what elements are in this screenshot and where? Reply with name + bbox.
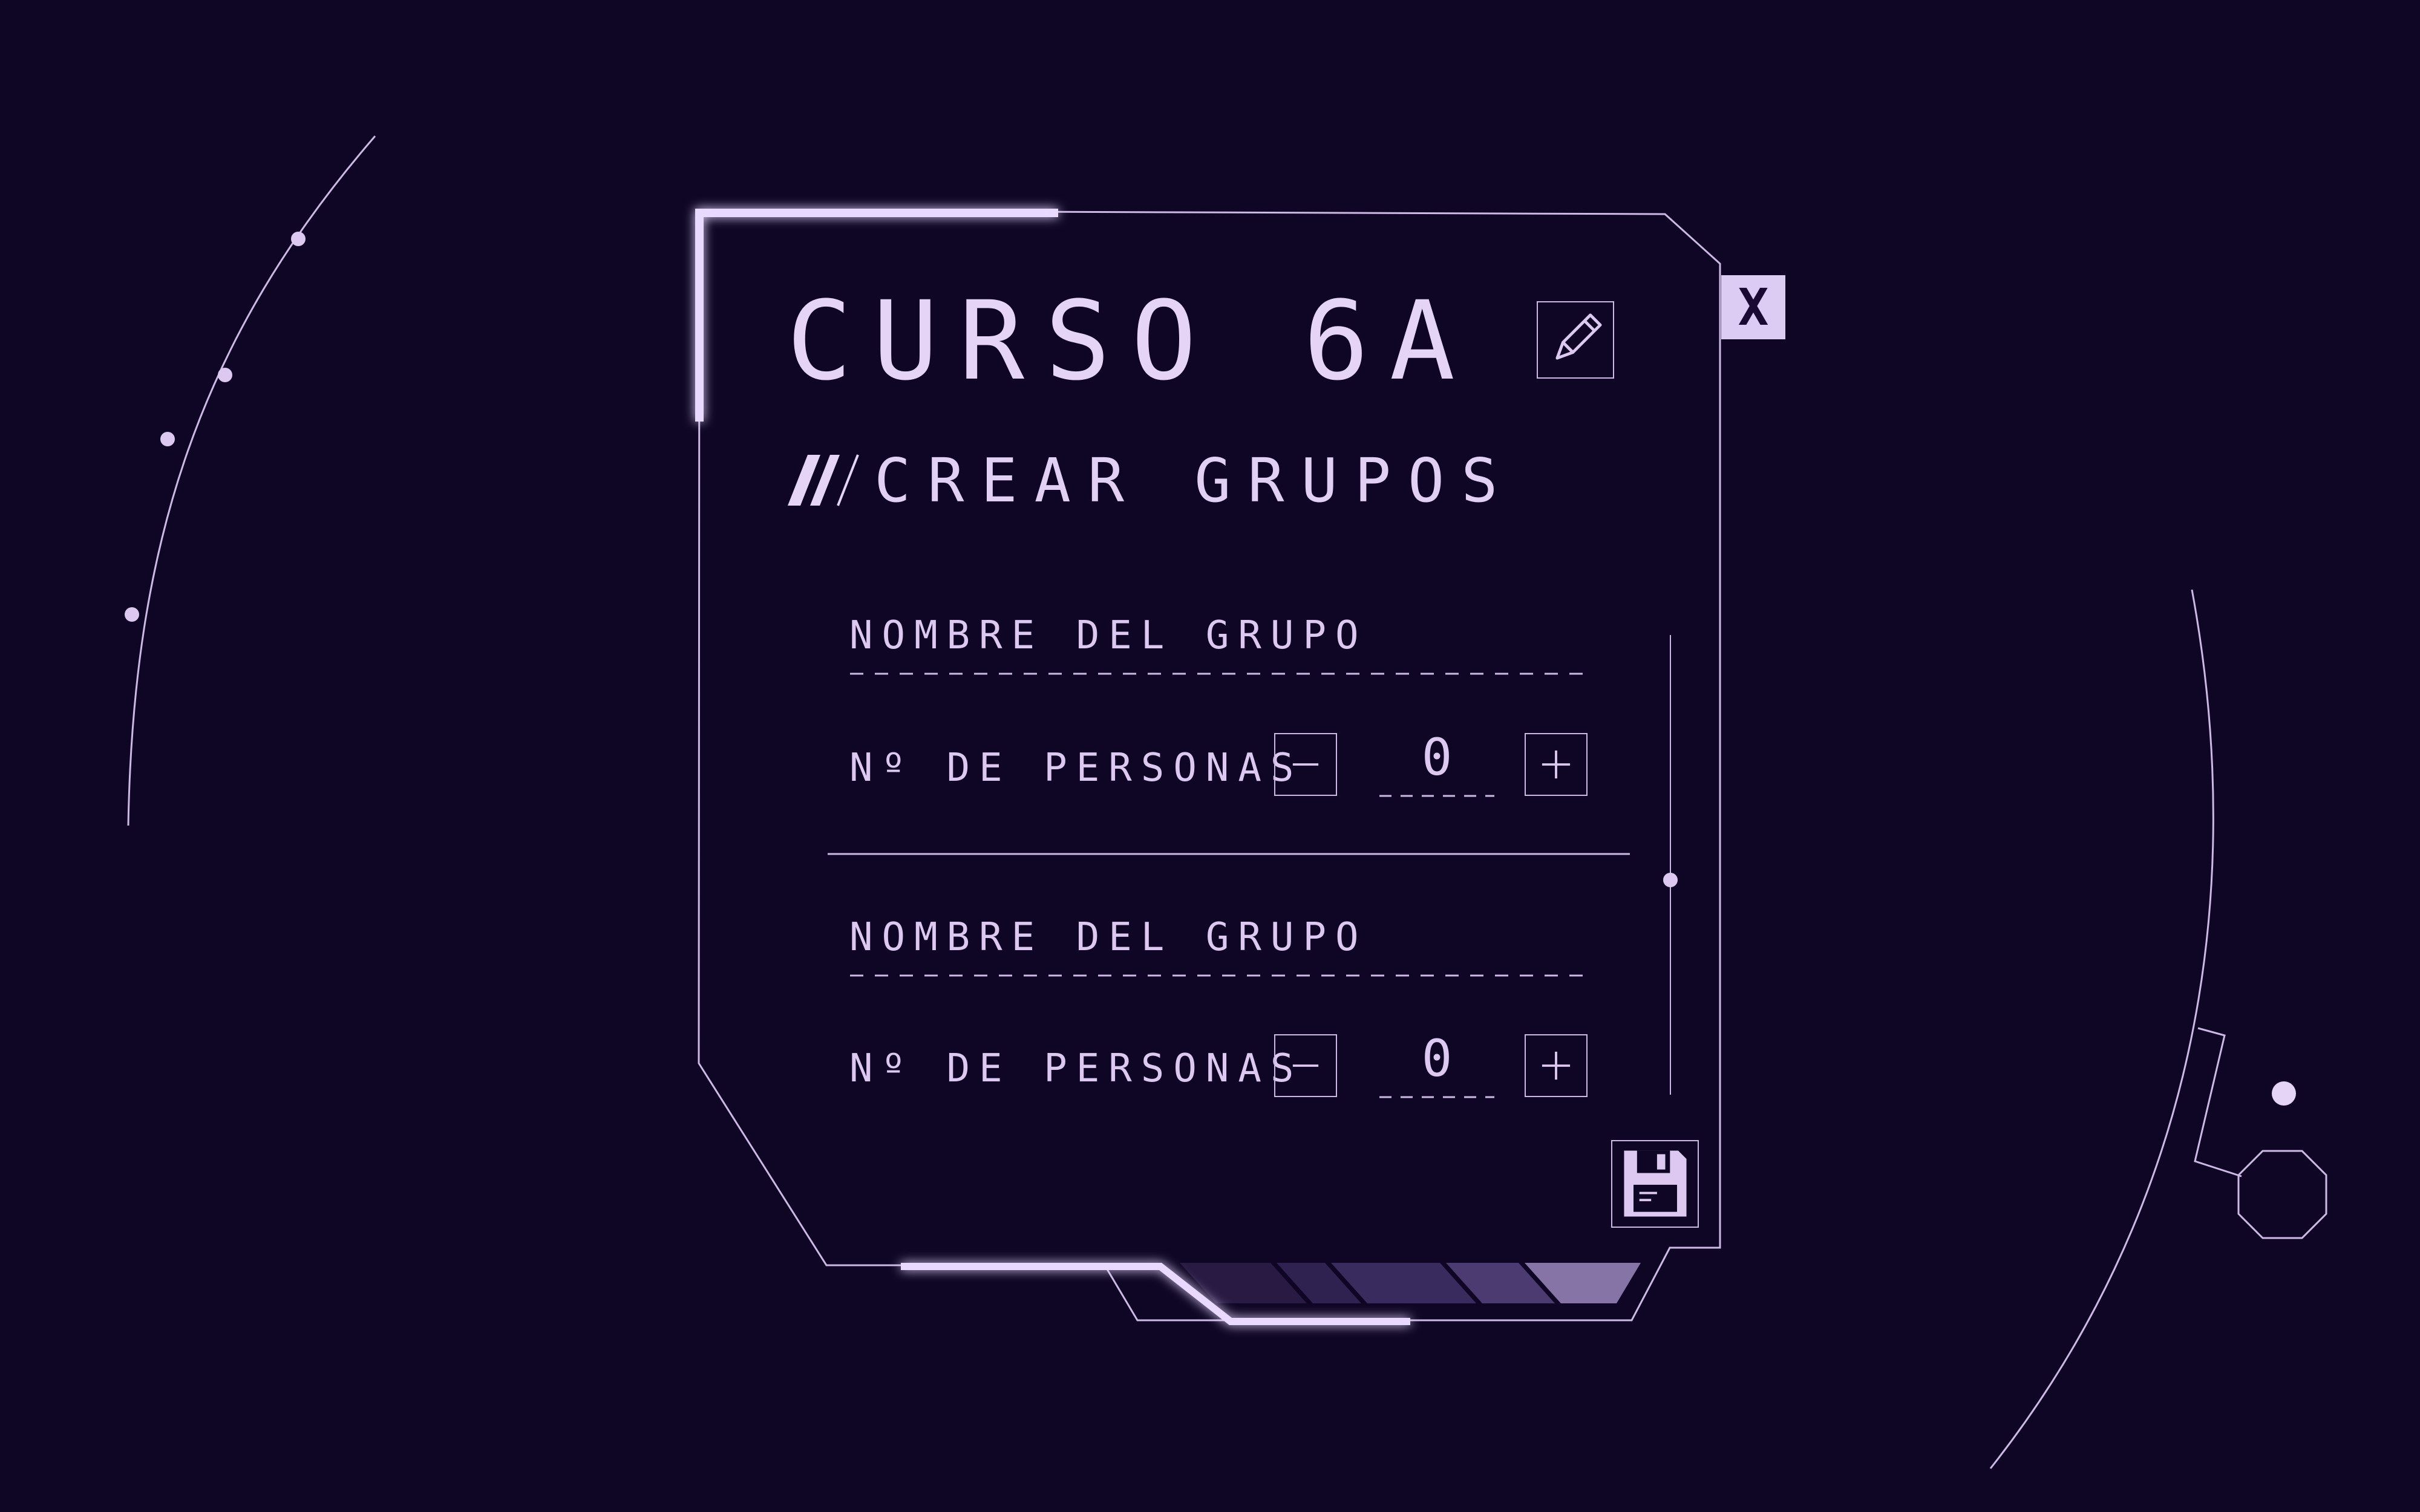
slash-marks bbox=[788, 454, 859, 506]
group-name-label: NOMBRE DEL GRUPO bbox=[849, 915, 1368, 960]
group-name-label: NOMBRE DEL GRUPO bbox=[849, 613, 1368, 658]
minus-icon bbox=[1292, 763, 1319, 766]
minus-icon bbox=[1292, 1064, 1319, 1067]
decrement-button[interactable] bbox=[1274, 733, 1337, 796]
people-count-value[interactable]: 0 bbox=[1376, 727, 1497, 787]
scrollbar-thumb[interactable] bbox=[1663, 873, 1678, 887]
plus-icon bbox=[1542, 750, 1571, 779]
arc-dot bbox=[291, 232, 306, 246]
edit-title-button[interactable] bbox=[1537, 301, 1614, 379]
scrollbar-track bbox=[1670, 635, 1671, 1095]
close-button[interactable]: X bbox=[1721, 275, 1785, 339]
arc-dot bbox=[125, 607, 139, 622]
connector-line bbox=[2194, 1027, 2242, 1178]
section-title: CREAR GRUPOS bbox=[874, 445, 1515, 516]
arc-dot bbox=[218, 368, 232, 382]
pencil-icon bbox=[1555, 313, 1602, 360]
plus-icon bbox=[1542, 1051, 1571, 1080]
people-count-label: Nº DE PERSONAS bbox=[849, 746, 1303, 790]
left-arc bbox=[127, 135, 376, 826]
group-name-field[interactable]: NOMBRE DEL GRUPO bbox=[844, 913, 1594, 979]
floppy-disk-icon bbox=[1624, 1150, 1687, 1217]
page-title: CURSO 6A bbox=[786, 278, 1476, 405]
decrement-button[interactable] bbox=[1274, 1034, 1337, 1097]
octagon-shape bbox=[2237, 1150, 2327, 1239]
increment-button[interactable] bbox=[1525, 1034, 1588, 1097]
corner-dot bbox=[2272, 1081, 2296, 1106]
scrollbar[interactable] bbox=[1661, 635, 1679, 1095]
close-icon: X bbox=[1738, 278, 1769, 337]
people-count-value[interactable]: 0 bbox=[1376, 1028, 1497, 1089]
arc-dot bbox=[160, 432, 175, 446]
right-arc bbox=[1989, 589, 2214, 1469]
group-name-field[interactable]: NOMBRE DEL GRUPO bbox=[844, 611, 1594, 677]
save-button[interactable] bbox=[1611, 1140, 1699, 1228]
increment-button[interactable] bbox=[1525, 733, 1588, 796]
people-count-label: Nº DE PERSONAS bbox=[849, 1046, 1303, 1091]
